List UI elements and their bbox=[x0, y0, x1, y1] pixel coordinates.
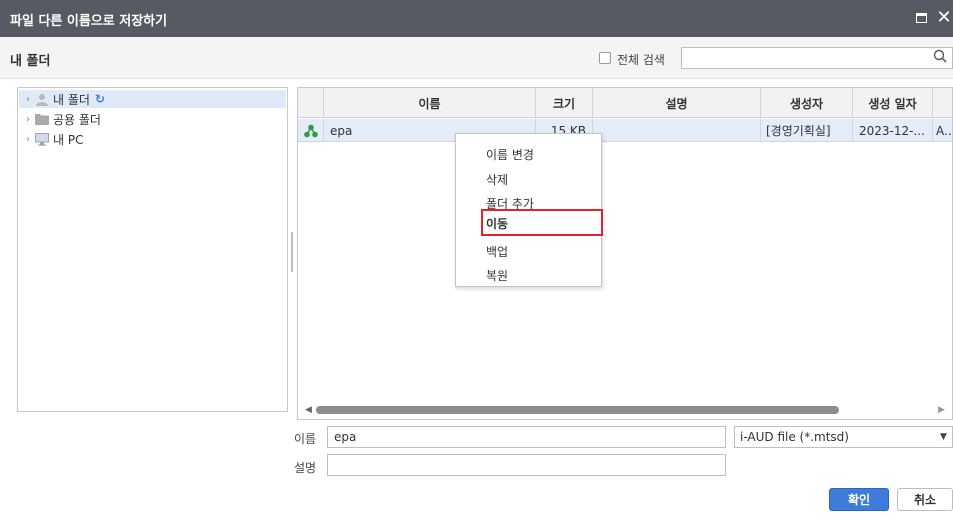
pane-splitter[interactable] bbox=[291, 232, 293, 272]
chevron-right-icon[interactable]: › bbox=[22, 114, 34, 125]
menu-item-rename[interactable]: 이름 변경 bbox=[486, 146, 534, 163]
horizontal-scrollbar[interactable]: ◀ ▶ bbox=[298, 401, 952, 419]
folder-tree: › 내 폴더 ↻ › 공용 폴더 › 내 PC bbox=[17, 87, 288, 412]
user-folder-icon bbox=[34, 92, 50, 106]
search-all-label: 전체 검색 bbox=[617, 53, 665, 67]
refresh-icon[interactable]: ↻ bbox=[95, 92, 105, 106]
confirm-button[interactable]: 확인 bbox=[829, 488, 889, 511]
maximize-icon[interactable] bbox=[912, 9, 930, 27]
search-all-checkbox[interactable] bbox=[599, 52, 611, 64]
search-input[interactable] bbox=[681, 47, 953, 69]
cell-creator: [경영기획실] bbox=[761, 119, 853, 142]
file-type-value: i-AUD file (*.mtsd) bbox=[740, 430, 849, 444]
description-label: 설명 bbox=[294, 461, 317, 475]
file-name-input[interactable]: epa bbox=[327, 426, 726, 448]
dialog-title: 파일 다른 이름으로 저장하기 bbox=[10, 14, 168, 29]
cell-description bbox=[593, 119, 761, 142]
folder-header: 내 폴더 전체 검색 bbox=[0, 37, 953, 79]
cancel-button[interactable]: 취소 bbox=[897, 488, 953, 511]
menu-item-restore[interactable]: 복원 bbox=[486, 267, 508, 284]
column-created-date[interactable]: 생성 일자 bbox=[853, 88, 933, 118]
menu-item-delete[interactable]: 삭제 bbox=[486, 171, 508, 188]
tree-item-shared-folder[interactable]: › 공용 폴더 bbox=[19, 110, 101, 128]
table-row[interactable]: epa 15 KB [경영기획실] 2023-12-... A... bbox=[298, 119, 952, 142]
name-label: 이름 bbox=[294, 432, 317, 446]
chevron-right-icon[interactable]: › bbox=[22, 94, 34, 105]
menu-item-move[interactable]: 이동 bbox=[486, 215, 508, 232]
column-size[interactable]: 크기 bbox=[536, 88, 593, 118]
column-creator[interactable]: 생성자 bbox=[761, 88, 853, 118]
column-description[interactable]: 설명 bbox=[593, 88, 761, 118]
grid-header: 이름 크기 설명 생성자 생성 일자 bbox=[298, 88, 952, 118]
share-icon bbox=[298, 119, 324, 142]
scroll-right-icon[interactable]: ▶ bbox=[938, 405, 945, 415]
description-input[interactable] bbox=[327, 454, 726, 476]
tree-item-label: 내 폴더 bbox=[53, 92, 90, 107]
folder-title: 내 폴더 bbox=[10, 54, 51, 69]
tree-item-my-folder[interactable]: › 내 폴더 ↻ bbox=[19, 90, 286, 108]
tree-item-my-pc[interactable]: › 내 PC bbox=[19, 130, 83, 148]
search-icon[interactable] bbox=[932, 48, 948, 66]
cell-extra: A... bbox=[936, 123, 952, 138]
dialog-titlebar: 파일 다른 이름으로 저장하기 ✕ bbox=[0, 0, 953, 37]
pc-icon bbox=[34, 132, 50, 146]
file-type-select[interactable]: i-AUD file (*.mtsd) ▼ bbox=[734, 426, 953, 448]
tree-item-label: 내 PC bbox=[53, 132, 84, 147]
cell-created-date: 2023-12-... bbox=[853, 119, 933, 142]
menu-item-backup[interactable]: 백업 bbox=[486, 243, 508, 260]
column-icon bbox=[298, 88, 324, 118]
scroll-left-icon[interactable]: ◀ bbox=[305, 405, 312, 415]
column-extra bbox=[933, 88, 952, 118]
chevron-down-icon[interactable]: ▼ bbox=[940, 432, 947, 442]
chevron-right-icon[interactable]: › bbox=[22, 134, 34, 145]
column-name[interactable]: 이름 bbox=[324, 88, 536, 118]
tree-item-label: 공용 폴더 bbox=[53, 112, 101, 127]
context-menu: 이름 변경 삭제 폴더 추가 이동 백업 복원 bbox=[455, 133, 603, 287]
file-grid: 이름 크기 설명 생성자 생성 일자 epa 15 KB [경영기획실] 202… bbox=[297, 87, 953, 420]
close-icon[interactable]: ✕ bbox=[935, 9, 953, 27]
folder-icon bbox=[34, 112, 50, 126]
scrollbar-thumb[interactable] bbox=[316, 406, 839, 414]
